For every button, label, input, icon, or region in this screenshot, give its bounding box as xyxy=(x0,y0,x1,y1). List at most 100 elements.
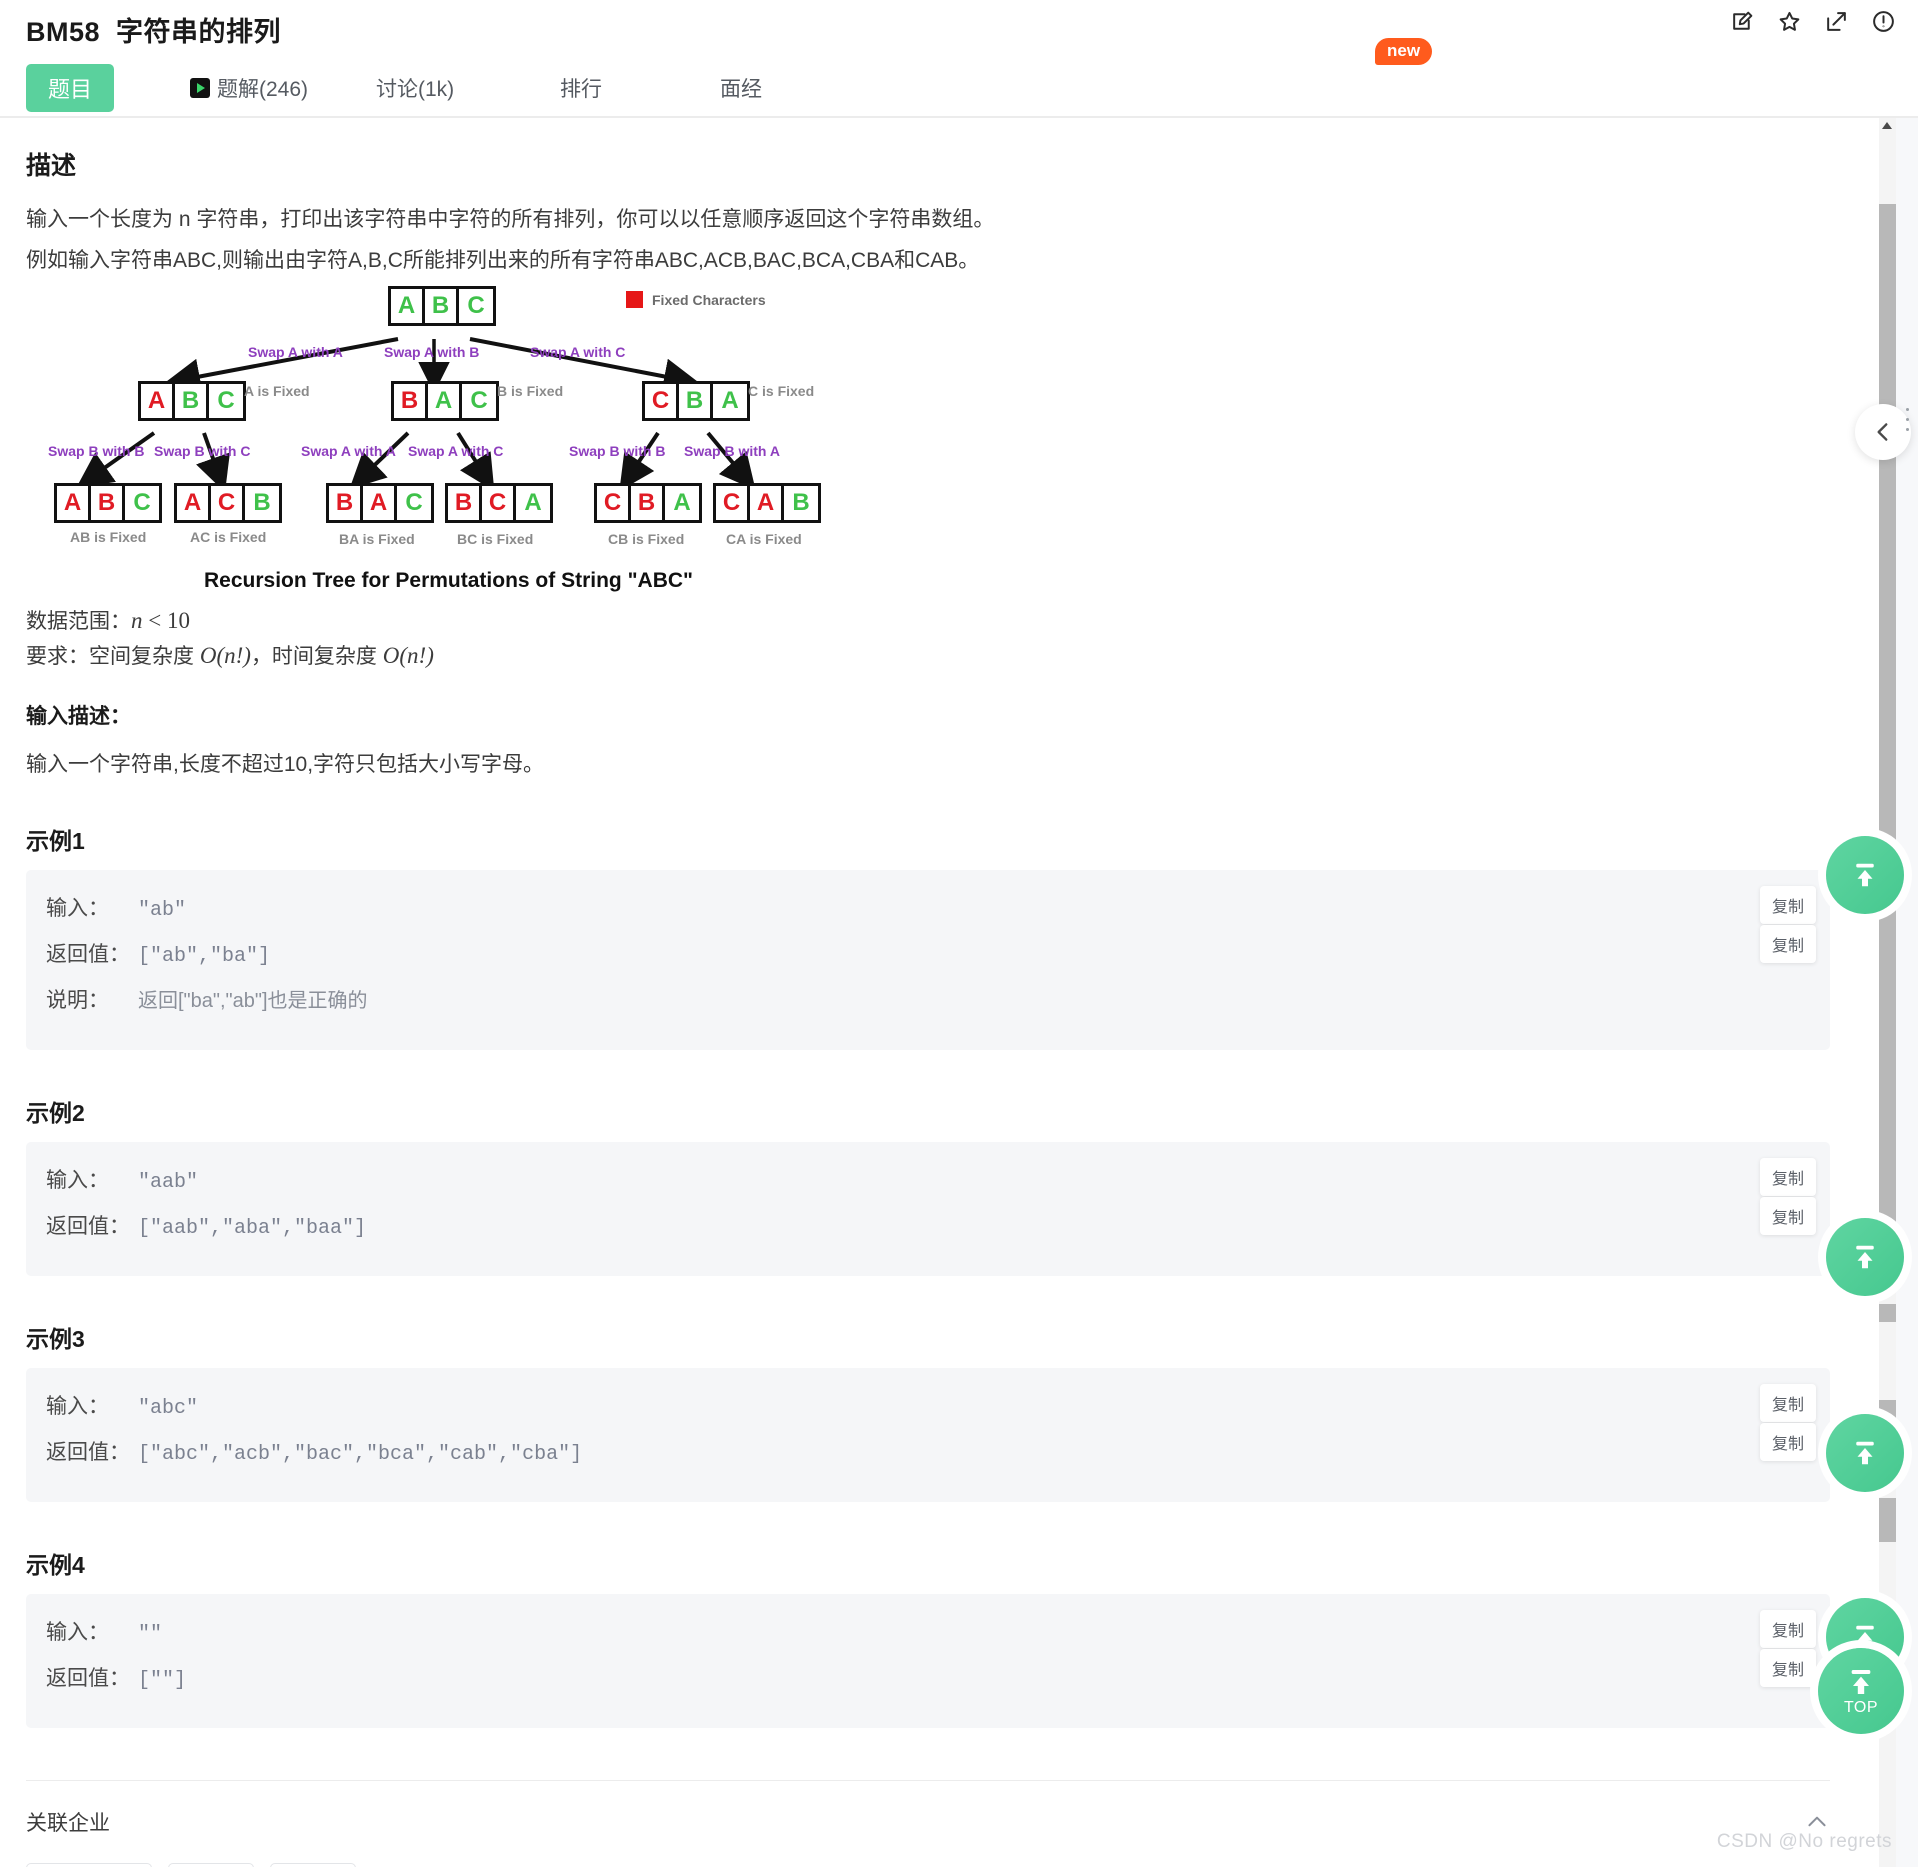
edit-note-icon[interactable] xyxy=(1730,9,1755,34)
company-tag[interactable]: 百度 xyxy=(270,1863,356,1867)
tree-node-level1-b: B A C xyxy=(391,381,499,422)
node-cell: B xyxy=(679,384,713,419)
drag-handle-dots-icon[interactable] xyxy=(1901,408,1913,431)
tab-problem[interactable]: 题目 xyxy=(26,64,115,112)
example-row: 返回值： ["aab","aba","baa"] xyxy=(46,1210,1806,1240)
node-cell: C xyxy=(467,292,485,320)
node-cell: A xyxy=(177,486,211,521)
node-cell: A xyxy=(673,489,691,517)
example-box: 输入： "aab" 返回值： ["aab","aba","baa"] 复制 复制 xyxy=(26,1142,1830,1277)
copy-output-button[interactable]: 复制 xyxy=(1759,925,1816,964)
scrollbar-thumb-fragment[interactable] xyxy=(1879,1304,1896,1322)
edge-label-swap: Swap B with B xyxy=(48,443,145,460)
example-box: 输入： "" 返回值： [""] 复制 复制 xyxy=(26,1594,1830,1729)
header-actions xyxy=(1730,9,1896,34)
node-cell: A xyxy=(57,486,91,521)
edge-label-swap: Swap A with A xyxy=(301,443,396,460)
example-key: 返回值： xyxy=(46,1215,130,1239)
data-range-value: 10 xyxy=(166,608,190,634)
scroll-to-top-fab-ghost-1[interactable] xyxy=(1826,836,1904,914)
example-title: 示例3 xyxy=(26,1326,85,1353)
copy-output-button[interactable]: 复制 xyxy=(1759,1423,1816,1462)
share-icon[interactable] xyxy=(1824,9,1849,34)
copy-input-button[interactable]: 复制 xyxy=(1759,1610,1816,1649)
tab-interview[interactable]: 面经 new xyxy=(720,38,1433,112)
space-complexity-label: 空间复杂度 xyxy=(89,645,200,669)
dot xyxy=(1905,428,1909,431)
page-title: BM58 字符串的排列 xyxy=(26,10,281,49)
scroll-to-top-button[interactable]: TOP xyxy=(1818,1648,1904,1734)
example-value: ["aab","aba","baa"] xyxy=(138,1217,367,1241)
data-range-rel: < xyxy=(142,608,167,634)
node-cell: B xyxy=(394,384,428,419)
scrollbar-thumb-fragment[interactable] xyxy=(1879,1498,1896,1542)
edge-label-swap: Swap A with C xyxy=(408,443,504,460)
node-label: C is Fixed xyxy=(748,383,815,400)
requirement-separator: ，时间复杂度 xyxy=(250,645,383,669)
example-row: 返回值： ["abc","acb","bac","bca","cab","cba… xyxy=(46,1436,1806,1466)
tree-leaf-ba: B A C xyxy=(326,483,434,524)
example-value: "abc" xyxy=(138,1397,199,1421)
scroll-to-top-fab-ghost-2[interactable] xyxy=(1826,1218,1904,1296)
node-cell: B xyxy=(631,486,665,521)
example-key: 输入： xyxy=(46,1621,109,1645)
scroll-to-top-fab-ghost-3[interactable] xyxy=(1826,1414,1904,1492)
companies-heading: 关联企业 xyxy=(26,1812,110,1836)
watermark: CSDN @No regrets xyxy=(1716,1831,1892,1852)
node-cell: C xyxy=(405,489,423,517)
star-icon[interactable] xyxy=(1777,9,1802,34)
legend-swatch-fixed xyxy=(626,291,643,309)
edge-label-swap: Swap A with B xyxy=(384,344,480,361)
scroll-to-top-label: TOP xyxy=(1843,1698,1879,1716)
node-label: A is Fixed xyxy=(244,383,310,400)
data-range-line: 数据范围：n < 10 xyxy=(26,605,1830,635)
copy-input-button[interactable]: 复制 xyxy=(1759,886,1816,925)
scroll-up-arrow-icon[interactable] xyxy=(1882,122,1892,129)
company-tag[interactable]: 华为 xyxy=(168,1863,254,1867)
dot xyxy=(1905,418,1909,421)
tab-discussion[interactable]: 讨论(1k) xyxy=(376,64,454,112)
tree-leaf-cb: C B A xyxy=(594,483,702,524)
node-cell: C xyxy=(470,387,488,415)
node-cell: C xyxy=(645,384,679,419)
node-cell: C xyxy=(217,387,235,415)
example-title: 示例2 xyxy=(26,1100,85,1127)
report-icon[interactable] xyxy=(1871,9,1896,34)
node-cell: B xyxy=(329,486,363,521)
node-cell: B xyxy=(175,384,209,419)
leaf-label: BA is Fixed xyxy=(339,531,415,548)
example-title: 示例4 xyxy=(26,1552,85,1579)
company-tag[interactable]: 字节跳动 xyxy=(26,1863,152,1867)
section-divider xyxy=(26,1780,1830,1782)
copy-output-button[interactable]: 复制 xyxy=(1759,1649,1816,1688)
arrow-up-icon xyxy=(1856,1245,1874,1269)
node-cell: B xyxy=(91,486,125,521)
example-key: 说明： xyxy=(46,989,109,1013)
companies-header: 关联企业 xyxy=(26,1807,1830,1837)
right-strip xyxy=(1896,118,1918,1867)
tree-leaf-ac: A C B xyxy=(174,483,282,524)
example-value: "aab" xyxy=(138,1171,199,1195)
tab-solutions[interactable]: 题解(246) xyxy=(190,64,308,112)
node-cell: B xyxy=(448,486,482,521)
node-cell: C xyxy=(133,489,151,517)
tab-label: 排行 xyxy=(560,78,602,101)
content-scroll-area[interactable]: 描述 输入一个长度为 n 字符串，打印出该字符串中字符的所有排列，你可以以任意顺… xyxy=(0,118,1856,1867)
tree-leaf-ca: C A B xyxy=(713,483,821,524)
edge-label-swap: Swap A with C xyxy=(530,344,626,361)
node-cell: B xyxy=(425,289,459,324)
copy-input-button[interactable]: 复制 xyxy=(1759,1158,1816,1197)
data-range-var: n xyxy=(131,608,143,634)
edge-label-swap: Swap B with C xyxy=(154,443,251,460)
example-value: "" xyxy=(138,1623,163,1647)
scrollbar-thumb[interactable] xyxy=(1879,204,1896,1269)
requirement-line: 要求：空间复杂度 O(n!)，时间复杂度 O(n!) xyxy=(26,640,1830,670)
page-header: BM58 字符串的排列 xyxy=(0,0,1918,56)
copy-input-button[interactable]: 复制 xyxy=(1759,1384,1816,1423)
tab-ranking[interactable]: 排行 xyxy=(560,64,602,112)
tree-node-root: A B C xyxy=(388,286,496,327)
problem-title: 字符串的排列 xyxy=(116,17,282,47)
node-cell: A xyxy=(363,486,397,521)
copy-output-button[interactable]: 复制 xyxy=(1759,1197,1816,1236)
example-key: 返回值： xyxy=(46,943,130,967)
